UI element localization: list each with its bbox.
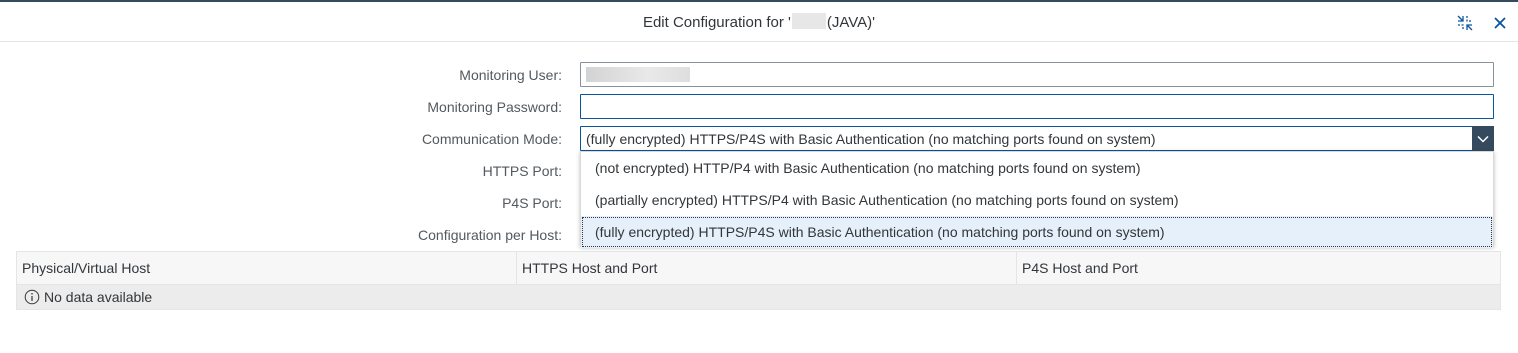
p4s-port-label: P4S Port: bbox=[502, 195, 562, 211]
monitoring-password-input[interactable] bbox=[580, 94, 1494, 119]
table-header: Physical/Virtual Host HTTPS Host and Por… bbox=[17, 252, 1500, 285]
communication-mode-label: Communication Mode: bbox=[421, 131, 562, 147]
column-header-p4s[interactable]: P4S Host and Port bbox=[1017, 252, 1500, 284]
host-config-table: Physical/Virtual Host HTTPS Host and Por… bbox=[16, 251, 1501, 310]
no-data-row: No data available bbox=[17, 285, 1500, 309]
monitoring-password-label: Monitoring Password: bbox=[427, 99, 562, 115]
https-port-label: HTTPS Port: bbox=[482, 163, 562, 179]
dropdown-option-fully-encrypted[interactable]: (fully encrypted) HTTPS/P4S with Basic A… bbox=[581, 216, 1493, 248]
communication-mode-select[interactable]: (fully encrypted) HTTPS/P4S with Basic A… bbox=[580, 126, 1494, 151]
communication-mode-value: (fully encrypted) HTTPS/P4S with Basic A… bbox=[586, 131, 1156, 147]
monitoring-user-input[interactable] bbox=[580, 62, 1494, 87]
close-icon[interactable] bbox=[1490, 13, 1510, 33]
column-header-host[interactable]: Physical/Virtual Host bbox=[17, 252, 517, 284]
dialog-title-suffix: (JAVA)' bbox=[826, 14, 876, 31]
dialog-title-prefix: Edit Configuration for ' bbox=[642, 14, 791, 31]
redacted-system-id bbox=[791, 13, 826, 29]
column-header-https[interactable]: HTTPS Host and Port bbox=[517, 252, 1017, 284]
chevron-down-icon[interactable] bbox=[1472, 126, 1494, 151]
config-per-host-label: Configuration per Host: bbox=[418, 227, 562, 243]
no-data-text: No data available bbox=[44, 289, 153, 305]
dropdown-option-partially-encrypted[interactable]: (partially encrypted) HTTPS/P4 with Basi… bbox=[581, 184, 1493, 216]
exit-fullscreen-icon[interactable] bbox=[1455, 13, 1475, 33]
dialog-title: Edit Configuration for ' (JAVA)' bbox=[0, 13, 1518, 31]
info-icon bbox=[24, 289, 40, 305]
dropdown-option-not-encrypted[interactable]: (not encrypted) HTTP/P4 with Basic Authe… bbox=[581, 152, 1493, 184]
monitoring-user-label: Monitoring User: bbox=[459, 67, 562, 83]
redacted-user-value bbox=[586, 67, 690, 82]
communication-mode-dropdown: (not encrypted) HTTP/P4 with Basic Authe… bbox=[580, 151, 1494, 248]
dialog-header: Edit Configuration for ' (JAVA)' bbox=[0, 2, 1518, 42]
